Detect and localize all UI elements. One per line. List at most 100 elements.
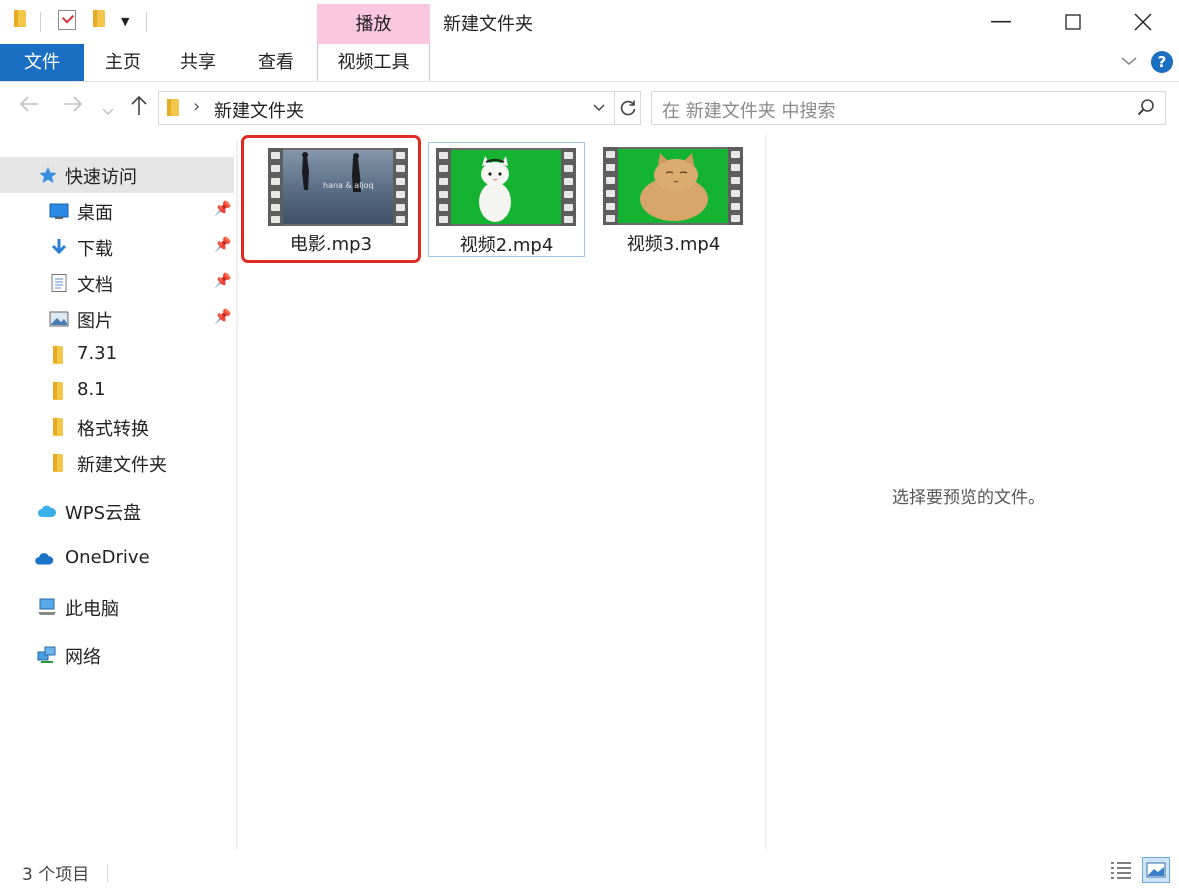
film-strip [561,148,576,226]
sidebar-item-onedrive[interactable]: OneDrive [0,541,234,577]
sidebar-item-label: 此电脑 [65,599,119,620]
address-history-dropdown[interactable] [592,96,606,124]
folder-icon [167,99,179,116]
properties-icon[interactable] [58,10,76,30]
sidebar-item-label: 新建文件夹 [77,455,167,476]
sidebar-item-label: 7.31 [77,343,118,364]
sidebar-item-folder-8-1[interactable]: 8.1 [0,373,234,409]
maximize-icon [1065,14,1081,30]
recent-locations-button[interactable] [102,98,114,122]
close-icon [1134,13,1152,31]
forward-arrow-icon [64,96,83,112]
download-icon [51,239,67,255]
tab-view[interactable]: 查看 [245,44,307,81]
file-item-video3-mp4[interactable]: 视频3.mp4 [595,142,752,257]
sidebar-item-label: 格式转换 [77,419,149,440]
large-icons-view-button[interactable] [1142,857,1170,883]
file-item-movie-mp3[interactable]: hana & aljoq 电影.mp3 [241,135,421,263]
file-name[interactable]: 电影.mp3 [244,230,418,256]
window-title: 新建文件夹 [443,14,533,35]
large-icons-view-icon [1146,862,1166,878]
maximize-button[interactable] [1037,0,1109,44]
folder-icon [14,10,26,27]
onedrive-icon [35,553,54,565]
sidebar-item-label: 文档 [77,275,113,296]
item-count: 3 个项目 [22,865,90,885]
pictures-icon [49,311,69,327]
file-list[interactable]: hana & aljoq 电影.mp3 视频2.mp4 视频3.mp4 [238,134,765,850]
sidebar-item-downloads[interactable]: 下载 📌 [0,229,234,265]
film-strip [603,147,618,225]
cloud-icon [38,505,57,517]
sidebar-item-label: 8.1 [77,379,106,400]
sidebar-item-label: 快速访问 [65,167,137,188]
file-item-video2-mp4[interactable]: 视频2.mp4 [428,142,585,257]
sidebar-item-network[interactable]: 网络 [0,637,234,673]
video-tools-context-header: 播放 [317,4,430,44]
sidebar-item-desktop[interactable]: 桌面 📌 [0,193,234,229]
file-name[interactable]: 视频2.mp4 [429,231,584,257]
chevron-down-icon [593,104,605,112]
sidebar-item-quick-access[interactable]: 快速访问 [0,157,234,193]
folder-icon [53,418,63,436]
sidebar-item-label: WPS云盘 [65,503,142,524]
back-button[interactable] [18,94,40,119]
search-icon[interactable] [1137,98,1155,116]
address-bar[interactable]: › 新建文件夹 [158,91,641,125]
sidebar-item-label: 图片 [77,311,113,332]
video-thumbnail [436,148,576,226]
sidebar-item-label: 网络 [65,647,101,668]
desktop-icon [49,203,69,219]
customize-quick-access-icon[interactable]: ▼ [121,15,129,28]
thumbnail-caption: hana & aljoq [323,181,374,190]
back-arrow-icon [19,96,38,112]
minimize-button[interactable]: — [965,0,1037,44]
tab-home[interactable]: 主页 [92,44,154,81]
sidebar-item-label: OneDrive [65,547,150,568]
documents-icon [51,274,67,292]
new-folder-icon[interactable] [93,10,105,27]
sidebar-item-folder-format-convert[interactable]: 格式转换 [0,409,234,445]
refresh-button[interactable] [614,92,641,124]
pin-icon[interactable]: 📌 [214,273,231,289]
sidebar-item-this-pc[interactable]: 此电脑 [0,589,234,625]
pin-icon[interactable]: 📌 [214,309,231,325]
chevron-down-icon [102,108,114,115]
search-box[interactable]: 在 新建文件夹 中搜索 [651,91,1166,125]
preview-pane: 选择要预览的文件。 [765,134,1179,850]
folder-icon [53,454,63,472]
sidebar-item-pictures[interactable]: 图片 📌 [0,301,234,337]
expand-ribbon-icon[interactable] [1120,52,1138,71]
title-bar: ▼ 播放 新建文件夹 — [0,0,1179,46]
thumbnail-frame [618,149,728,223]
film-strip [268,148,283,226]
star-icon [39,167,57,183]
details-view-icon[interactable] [1110,860,1132,880]
sidebar-item-wps-cloud[interactable]: WPS云盘 [0,493,234,529]
forward-button[interactable] [62,94,84,119]
up-arrow-icon [131,95,147,115]
tab-share[interactable]: 共享 [167,44,229,81]
tab-video-tools[interactable]: 视频工具 [318,44,429,81]
pin-icon[interactable]: 📌 [214,201,231,217]
breadcrumb-current-folder[interactable]: 新建文件夹 [214,97,304,123]
navigation-pane: 快速访问 桌面 📌 下载 📌 文档 📌 图片 📌 7.31 8.1 格式转换 新… [0,140,236,850]
help-icon[interactable]: ? [1151,51,1173,73]
close-button[interactable] [1107,0,1179,44]
sidebar-item-label: 下载 [77,239,113,260]
separator [107,864,108,882]
network-icon [37,646,56,663]
search-input[interactable]: 在 新建文件夹 中搜索 [662,97,835,123]
up-button[interactable] [129,94,149,121]
sidebar-item-documents[interactable]: 文档 📌 [0,265,234,301]
file-name[interactable]: 视频3.mp4 [595,230,752,256]
pin-icon[interactable]: 📌 [214,237,231,253]
sidebar-item-folder-7-31[interactable]: 7.31 [0,337,234,373]
breadcrumb-chevron-icon[interactable]: › [193,96,200,117]
separator [146,12,147,32]
sidebar-item-folder-new-folder[interactable]: 新建文件夹 [0,445,234,481]
computer-icon [38,598,56,615]
folder-icon [53,346,63,364]
tab-file[interactable]: 文件 [0,44,84,81]
preview-message: 选择要预览的文件。 [892,488,1045,508]
